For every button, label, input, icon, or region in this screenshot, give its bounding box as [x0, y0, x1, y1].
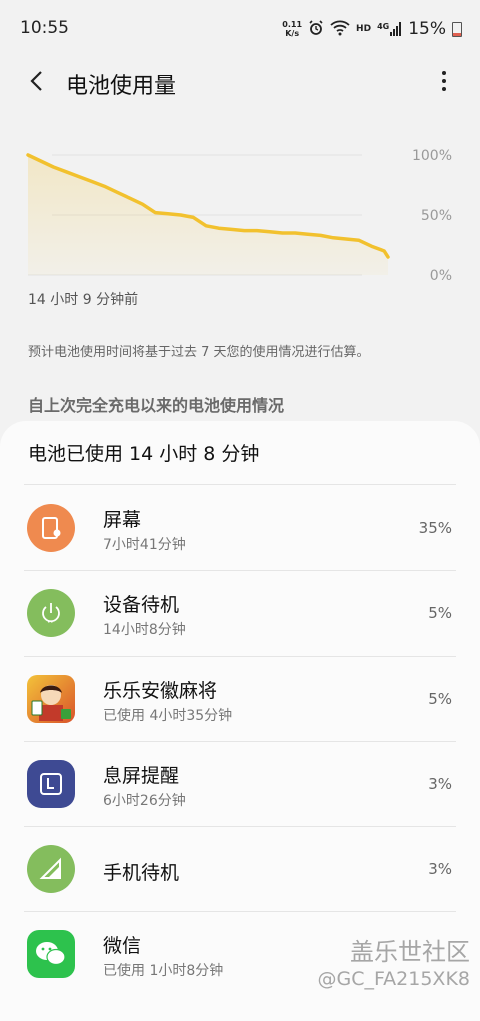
estimate-note: 预计电池使用时间将基于过去 7 天您的使用情况进行估算。 [28, 345, 370, 360]
signal-icon [27, 845, 75, 893]
status-time: 10:55 [20, 18, 69, 38]
battery-chart-svg [26, 153, 390, 276]
app-name: 微信 [103, 935, 142, 957]
app-name: 设备待机 [103, 594, 180, 616]
app-percent: 35% [418, 519, 452, 537]
usage-row-phone-standby[interactable]: 手机待机 3% [0, 827, 480, 912]
network-speed: 0.11 K/s [282, 20, 303, 38]
watermark-brand: 盖乐世社区 [350, 938, 470, 966]
app-name: 息屏提醒 [103, 765, 180, 787]
wechat-icon [27, 930, 75, 978]
chart-start-label: 14 小时 9 分钟前 [28, 292, 139, 308]
app-name: 屏幕 [103, 509, 142, 531]
network-type: 4G [377, 22, 402, 36]
app-bar: 电池使用量 [0, 58, 480, 106]
page-title: 电池使用量 [66, 74, 177, 99]
app-usage-time: 7小时41分钟 [103, 537, 186, 553]
app-percent: 5% [428, 604, 452, 622]
usage-row-device-standby[interactable]: 设备待机 14小时8分钟 5% [0, 571, 480, 656]
app-name: 乐乐安徽麻将 [103, 680, 218, 702]
back-button[interactable] [22, 66, 52, 96]
watermark-user: @GC_FA215XK8 [317, 968, 470, 990]
section-header: 自上次完全充电以来的电池使用情况 [28, 396, 285, 415]
usage-total-title: 电池已使用 14 小时 8 分钟 [28, 443, 260, 465]
app-usage-time: 6小时26分钟 [103, 793, 186, 809]
power-icon [27, 589, 75, 637]
usage-row-mahjong[interactable]: 乐乐安徽麻将 已使用 4小时35分钟 5% [0, 657, 480, 742]
alarm-icon [308, 19, 324, 39]
status-bar: 10:55 0.11 K/s HD 4G 15% [0, 0, 480, 58]
signal-bars-icon [390, 22, 402, 36]
mahjong-game-icon [27, 675, 75, 723]
more-options-button[interactable] [432, 66, 456, 96]
app-percent: 3% [428, 860, 452, 878]
hd-label: HD [356, 24, 372, 34]
screen-icon [27, 504, 75, 552]
app-usage-time: 已使用 4小时35分钟 [103, 708, 233, 724]
battery-percent: 15% [408, 19, 446, 39]
battery-chart: 100% 50% 0% [0, 140, 480, 290]
app-percent: 3% [428, 775, 452, 793]
usage-card: 电池已使用 14 小时 8 分钟 屏幕 7小时41分钟 35% 设备待机 14小… [0, 421, 480, 1021]
status-icons: 0.11 K/s HD 4G 15% [282, 16, 462, 42]
app-percent: 5% [428, 690, 452, 708]
app-usage-time: 14小时8分钟 [103, 622, 186, 638]
app-name: 手机待机 [103, 862, 180, 884]
chevron-left-icon [30, 71, 42, 91]
usage-row-aod[interactable]: 息屏提醒 6小时26分钟 3% [0, 742, 480, 827]
usage-row-screen[interactable]: 屏幕 7小时41分钟 35% [0, 485, 480, 570]
y-tick-label: 0% [429, 268, 452, 284]
wifi-icon [330, 20, 350, 39]
clock-icon [27, 760, 75, 808]
battery-icon [452, 21, 462, 37]
y-tick-label: 100% [411, 148, 452, 164]
y-tick-label: 50% [420, 208, 452, 224]
app-usage-time: 已使用 1小时8分钟 [103, 963, 224, 979]
more-dot-icon [442, 71, 446, 75]
